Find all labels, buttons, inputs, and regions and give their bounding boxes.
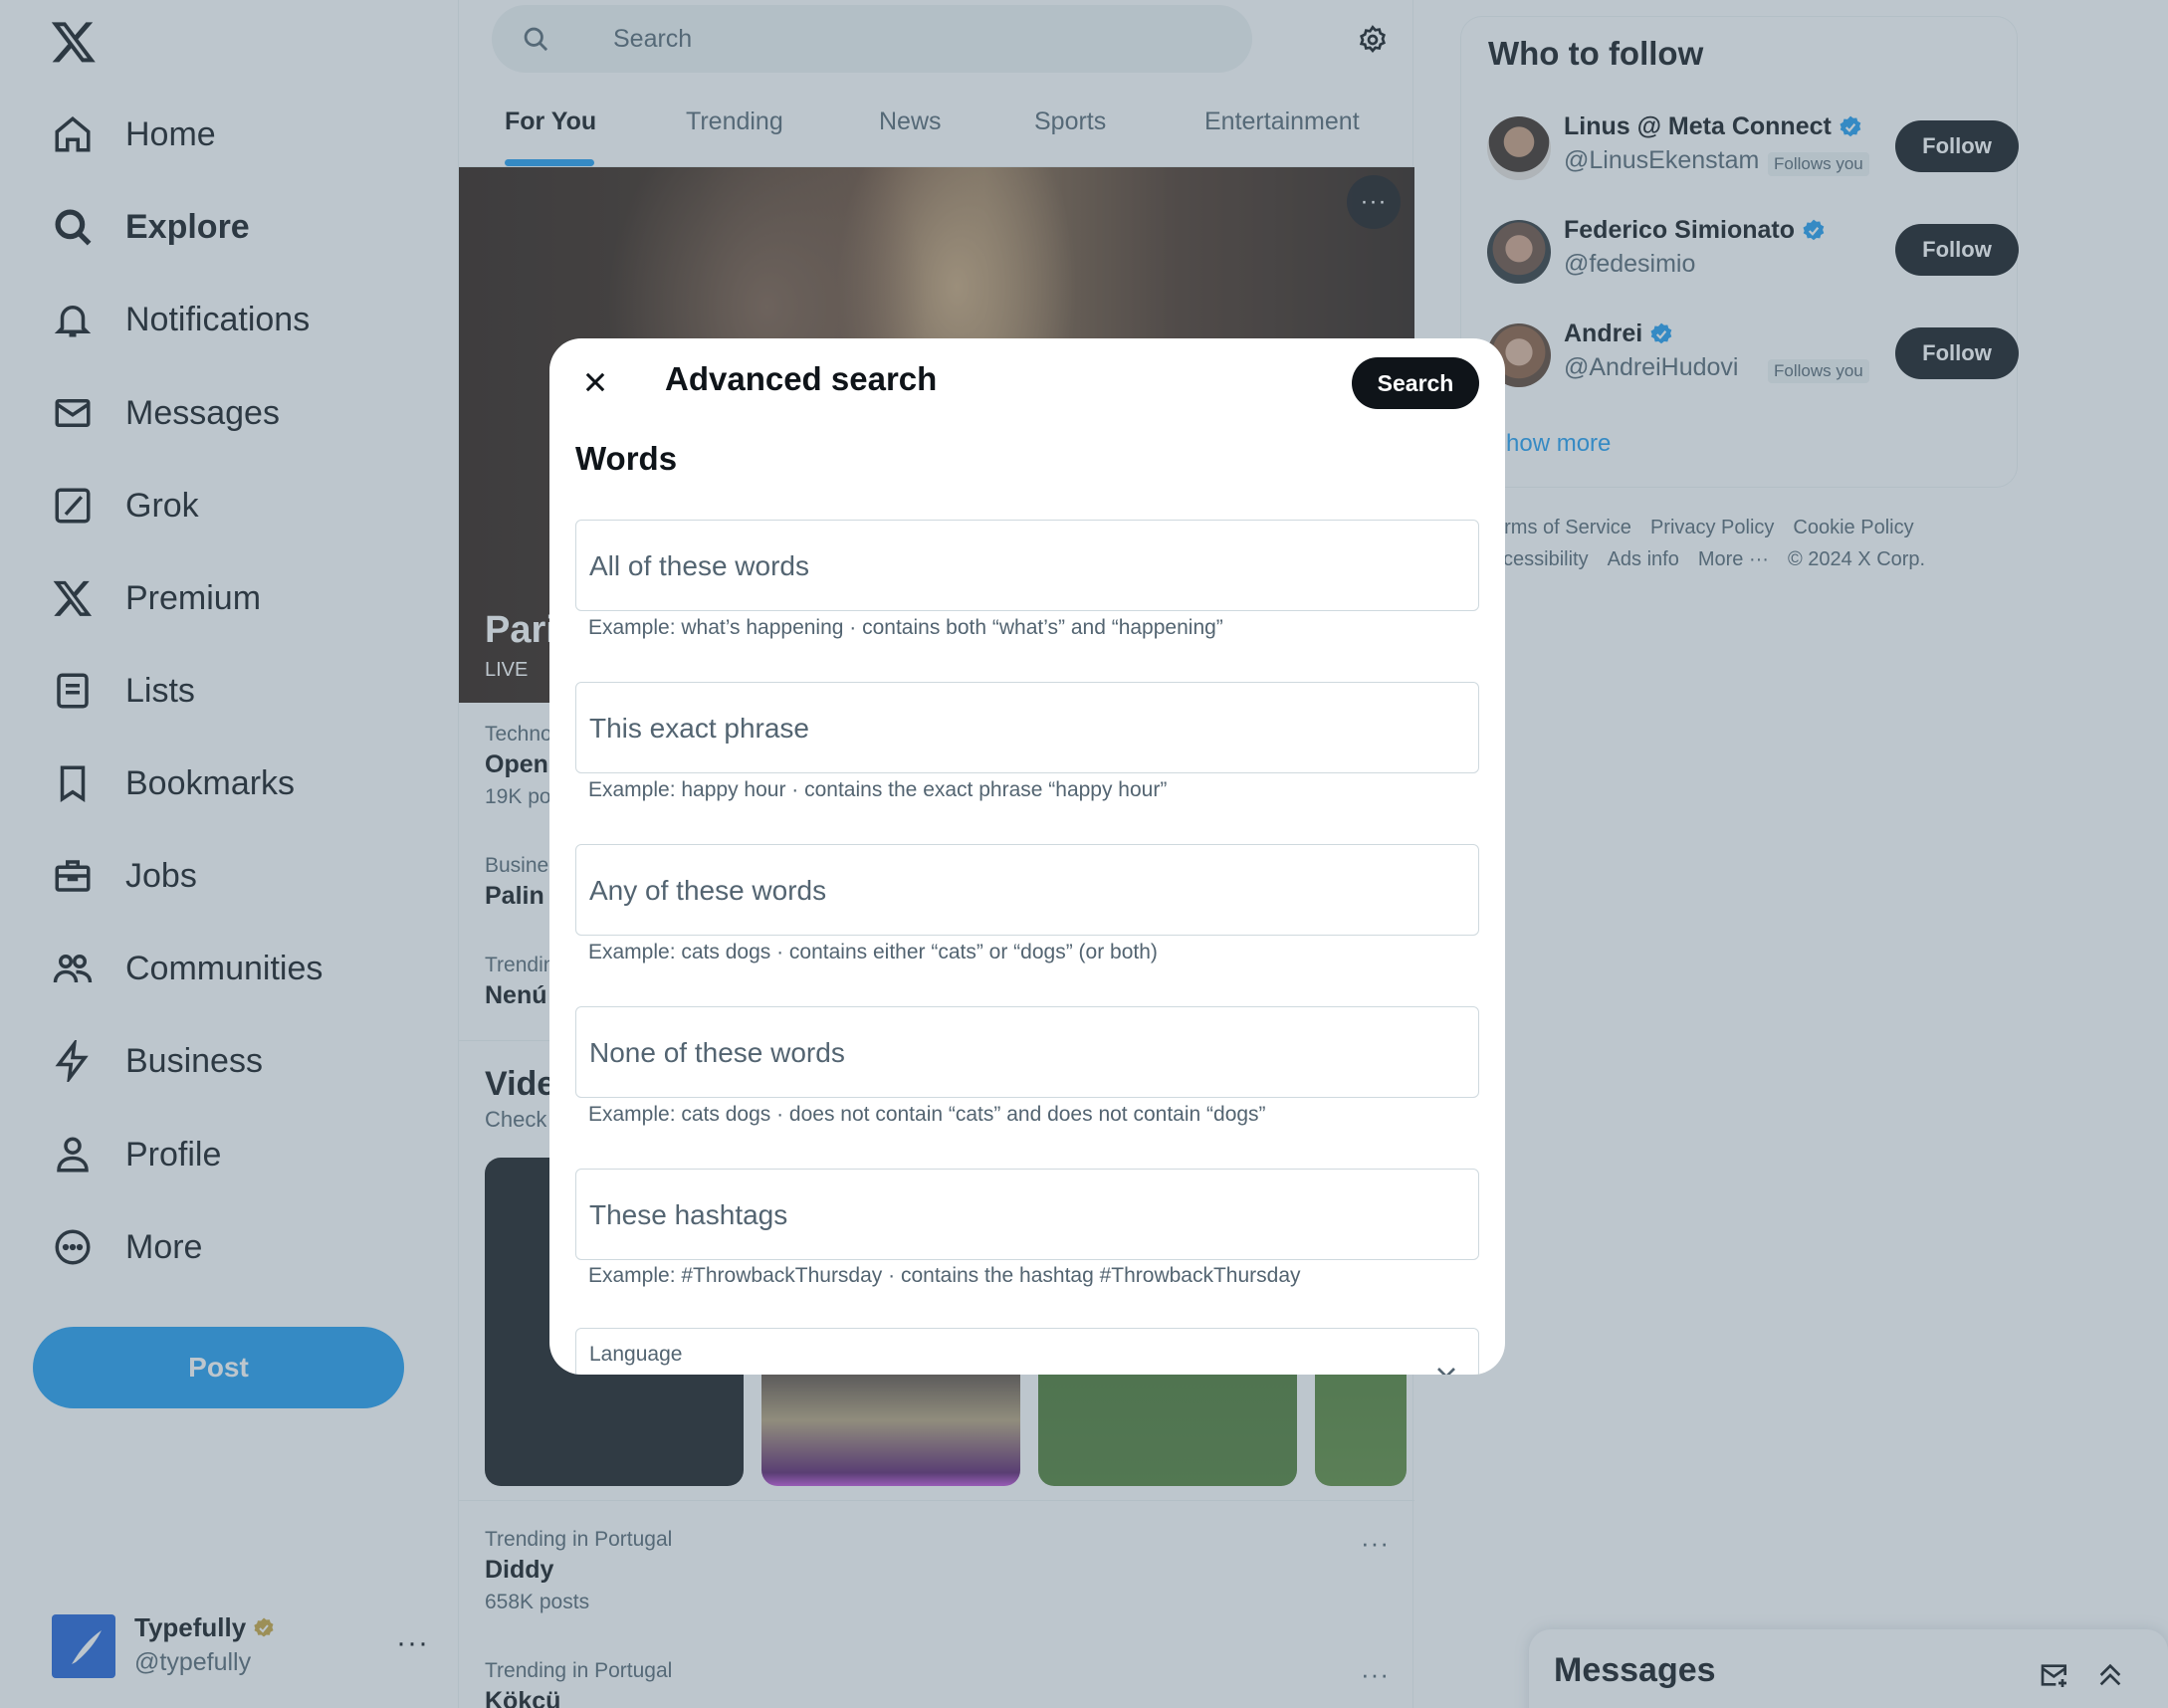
field-hint: Example: what’s happening · contains bot… bbox=[588, 616, 1223, 639]
field-hint: Example: cats dogs · does not contain “c… bbox=[588, 1103, 1266, 1126]
chevron-down-icon bbox=[1430, 1357, 1462, 1375]
exact-phrase-field[interactable] bbox=[575, 682, 1479, 773]
none-words-input[interactable] bbox=[589, 1031, 1465, 1075]
hashtags-field[interactable] bbox=[575, 1169, 1479, 1260]
words-section-heading: Words bbox=[575, 440, 678, 477]
any-words-input[interactable] bbox=[589, 869, 1465, 913]
none-words-field[interactable] bbox=[575, 1006, 1479, 1098]
all-words-input[interactable] bbox=[589, 544, 1465, 588]
field-hint: Example: happy hour · contains the exact… bbox=[588, 778, 1168, 801]
close-icon[interactable] bbox=[571, 358, 619, 406]
all-words-field[interactable] bbox=[575, 520, 1479, 611]
language-select[interactable]: Language bbox=[575, 1328, 1479, 1375]
field-hint: Example: cats dogs · contains either “ca… bbox=[588, 941, 1158, 963]
language-label: Language bbox=[589, 1343, 683, 1366]
field-hint: Example: #ThrowbackThursday · contains t… bbox=[588, 1264, 1301, 1287]
search-button[interactable]: Search bbox=[1352, 357, 1479, 409]
dialog-title: Advanced search bbox=[665, 360, 938, 397]
any-words-field[interactable] bbox=[575, 844, 1479, 936]
exact-phrase-input[interactable] bbox=[589, 707, 1465, 750]
hashtags-input[interactable] bbox=[589, 1193, 1465, 1237]
advanced-search-dialog: Advanced search Search Words Example: wh… bbox=[549, 338, 1505, 1375]
